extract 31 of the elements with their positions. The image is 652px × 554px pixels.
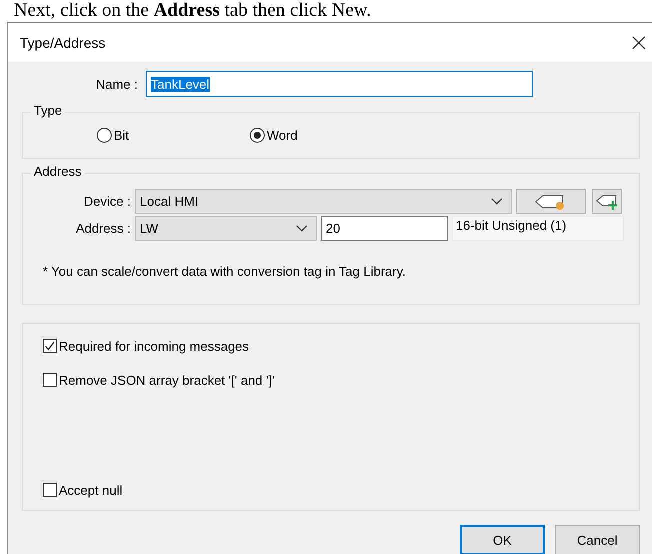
radio-button[interactable] (250, 128, 265, 143)
group-title: Address (31, 164, 85, 179)
radio-button[interactable] (97, 128, 112, 143)
checkbox[interactable] (43, 373, 57, 387)
tag-button[interactable] (516, 189, 586, 214)
checkbox-label: Remove JSON array bracket '[' and ']' (59, 372, 275, 388)
dialog-button[interactable]: OK (460, 525, 545, 554)
field-label: Address : (75, 221, 131, 236)
checkbox[interactable] (43, 483, 57, 497)
radio-option[interactable]: Word (250, 128, 403, 143)
address-type-dropdown[interactable]: LW (135, 216, 317, 241)
name-field[interactable]: TankLevel (146, 71, 533, 97)
dialog-button[interactable]: Cancel (555, 525, 640, 554)
field-label: Name : (95, 76, 139, 92)
hint-text: * You can scale/convert data with conversion tag in Tag Library. (43, 264, 408, 279)
close-icon[interactable] (632, 36, 646, 50)
add-tag-button[interactable] (592, 189, 622, 214)
data-format-display: 16-bit Unsigned (1) (452, 216, 624, 241)
device-dropdown[interactable]: Local HMI (135, 189, 512, 214)
group-title: Type (31, 103, 66, 118)
checkbox[interactable] (43, 339, 57, 353)
add-tag-icon (595, 192, 619, 210)
checkbox-label: Accept null (59, 482, 123, 498)
chevron-down-icon (491, 198, 503, 205)
checkbox-label: Required for incoming messages (59, 338, 250, 354)
document-caption: Next, click on the Address tab then click New. (14, 0, 372, 21)
radio-option[interactable]: Bit (97, 128, 250, 143)
chevron-down-icon (296, 225, 308, 232)
window-title: Type/Address (20, 34, 106, 50)
field-label: Device : (83, 194, 131, 209)
address-field[interactable]: 20 (321, 216, 448, 241)
